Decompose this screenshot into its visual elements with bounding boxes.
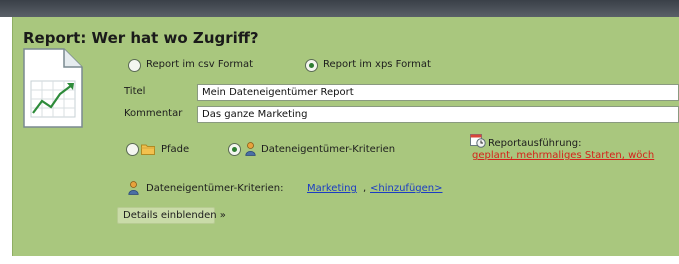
titel-field[interactable]: Mein Dateneigentümer Report bbox=[197, 84, 679, 101]
report-chart-icon bbox=[23, 48, 83, 128]
schedule-link[interactable]: geplant, mehrmaliges Starten, wöch bbox=[472, 150, 654, 161]
csv-format-radio[interactable] bbox=[128, 59, 141, 72]
data-owner-icon bbox=[128, 181, 139, 195]
details-toggle-button[interactable]: Details einblenden » bbox=[117, 207, 226, 224]
titel-label: Titel bbox=[124, 86, 146, 97]
pfade-label[interactable]: Pfade bbox=[161, 144, 189, 155]
csv-format-label[interactable]: Report im csv Format bbox=[146, 59, 253, 70]
kommentar-field[interactable]: Das ganze Marketing bbox=[197, 106, 679, 123]
criteria-separator: , bbox=[363, 183, 367, 194]
kriterien-label[interactable]: Dateneigentümer-Kriterien bbox=[261, 144, 395, 155]
schedule-icon bbox=[470, 134, 486, 148]
xps-format-label[interactable]: Report im xps Format bbox=[323, 59, 431, 70]
criteria-label: Dateneigentümer-Kriterien: bbox=[146, 183, 284, 194]
kommentar-label: Kommentar bbox=[124, 108, 183, 119]
marketing-link[interactable]: Marketing bbox=[307, 183, 357, 194]
top-bar bbox=[0, 0, 679, 17]
window: Report: Wer hat wo Zugriff? Report im cs… bbox=[0, 0, 679, 264]
add-criteria-link[interactable]: <hinzufügen> bbox=[370, 183, 443, 194]
report-panel: Report: Wer hat wo Zugriff? bbox=[12, 17, 679, 256]
xps-format-radio[interactable] bbox=[305, 59, 318, 72]
kriterien-radio[interactable] bbox=[228, 143, 241, 156]
schedule-label: Reportausführung: bbox=[488, 138, 582, 149]
panel-title: Report: Wer hat wo Zugriff? bbox=[23, 29, 259, 47]
data-owner-icon bbox=[245, 142, 256, 156]
pfade-radio[interactable] bbox=[126, 143, 139, 156]
folder-icon bbox=[141, 144, 155, 155]
